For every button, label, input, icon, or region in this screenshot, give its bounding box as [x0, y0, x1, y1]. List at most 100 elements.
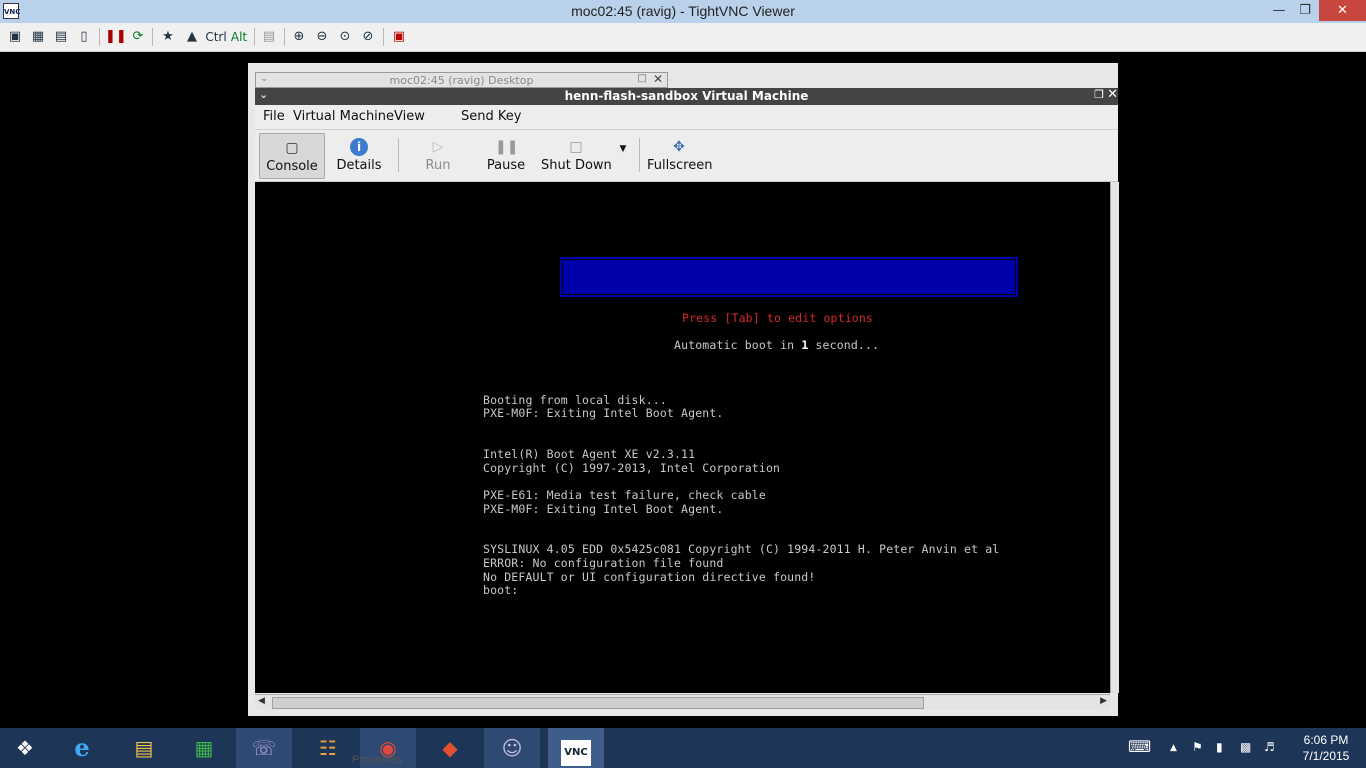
save-icon[interactable]: ▦ [28, 27, 48, 47]
console-prompt: boot: [483, 583, 519, 597]
alt-lock-button[interactable]: Alt [229, 27, 249, 47]
console-line: PXE-M0F: Exiting Intel Boot Agent. [483, 502, 724, 516]
ctrl-alt-del-icon[interactable]: ★ [158, 27, 178, 47]
console-line: PXE-E61: Media test failure, check cable [483, 488, 766, 502]
pause-label: Pause [486, 158, 526, 173]
transfer-files-icon[interactable]: ▤ [259, 27, 279, 47]
zoom-out-icon[interactable]: ⊖ [312, 27, 332, 47]
console-line: SYSLINUX 4.05 EDD 0x5425c081 Copyright (… [483, 542, 1000, 556]
apps-grid-icon[interactable]: ☷ [300, 728, 356, 768]
horizontal-scrollbar[interactable]: ◀ ▶ [255, 694, 1110, 710]
clock-time: 6:06 PM [1303, 733, 1349, 747]
menu-virtual-machine[interactable]: Virtual Machine [293, 109, 394, 124]
toolbar-separator [254, 28, 255, 46]
pidgin-icon[interactable]: ☺ [484, 728, 540, 768]
info-icon: i [348, 138, 370, 156]
menu-send-key[interactable]: Send Key [461, 109, 521, 124]
console-line: Intel(R) Boot Agent XE v2.3.11 [483, 447, 696, 461]
zoom-in-icon[interactable]: ⊕ [289, 27, 309, 47]
minimize-button[interactable]: — [1266, 0, 1292, 21]
volume-icon[interactable]: ♬ [1264, 740, 1275, 754]
new-connection-icon[interactable]: ▣ [5, 27, 25, 47]
shutdown-button[interactable]: □ Shut Down [541, 130, 612, 180]
refresh-icon[interactable]: ⟳ [128, 27, 148, 47]
vertical-scrollbar[interactable] [1110, 182, 1119, 693]
desktop-window-title: moc02:45 (ravig) Desktop [389, 74, 534, 87]
fullscreen-label: Fullscreen [647, 158, 713, 173]
console-button[interactable]: ▢ Console [259, 133, 325, 179]
vm-title: henn-flash-sandbox Virtual Machine [564, 89, 809, 103]
pause-button[interactable]: ❚❚ Pause [483, 130, 529, 180]
scrollbar-thumb[interactable] [272, 697, 924, 709]
ctrl-esc-icon[interactable]: ▲ [182, 27, 202, 47]
power-icon[interactable]: ▮ [1216, 740, 1223, 754]
scroll-left-icon[interactable]: ◀ [258, 696, 265, 706]
properties-ghost-label: Properties [352, 754, 403, 766]
console-line: PXE-M0F: Exiting Intel Boot Agent. [483, 406, 724, 420]
pause-icon: ❚❚ [495, 139, 519, 155]
action-center-flag-icon[interactable]: ⚑ [1192, 740, 1203, 754]
pause-icon[interactable]: ❚❚ [105, 27, 127, 47]
vm-menubar: File Virtual Machine View Send Key [255, 105, 1118, 130]
vnc-taskbar-icon[interactable]: VNC [548, 728, 604, 768]
auto-boot-prefix: Automatic boot in [674, 338, 802, 352]
console-line: Booting from local disk... [483, 393, 667, 407]
fullscreen-icon[interactable]: ▣ [389, 27, 409, 47]
menu-view[interactable]: View [394, 109, 425, 124]
toolbar-separator [639, 138, 640, 172]
scroll-right-icon[interactable]: ▶ [1100, 696, 1107, 706]
toolbar-separator [284, 28, 285, 46]
monitor-icon: ▢ [285, 140, 299, 156]
console-label: Console [266, 159, 318, 174]
zoom-fit-icon[interactable]: ⊘ [358, 27, 378, 47]
store-icon[interactable]: ▦ [176, 728, 232, 768]
boot-menu-banner [560, 257, 1018, 297]
info-icon[interactable]: ▯ [74, 27, 94, 47]
restore-button[interactable]: ❐ [1292, 0, 1318, 21]
console-line: No DEFAULT or UI configuration directive… [483, 570, 816, 584]
ctrl-lock-button[interactable]: Ctrl [204, 27, 228, 47]
options-icon[interactable]: ▤ [51, 27, 71, 47]
viber-icon[interactable]: ☏ [236, 728, 292, 768]
menu-file[interactable]: File [263, 109, 285, 124]
close-icon[interactable]: ✕ [1107, 87, 1118, 102]
git-icon[interactable]: ◆ [422, 728, 478, 768]
details-button[interactable]: i Details [333, 130, 385, 180]
toolbar-separator [383, 28, 384, 46]
vm-console[interactable]: Press [Tab] to edit options Automatic bo… [255, 182, 1110, 693]
console-line: ERROR: No configuration file found [483, 556, 724, 570]
shutdown-label: Shut Down [541, 158, 612, 173]
close-icon[interactable]: ✕ [653, 72, 663, 86]
desktop-window-bar[interactable]: ⌄ moc02:45 (ravig) Desktop □ ✕ [255, 72, 668, 88]
close-button[interactable]: ✕ [1319, 0, 1366, 21]
file-explorer-icon[interactable]: ▤ [116, 728, 172, 768]
fullscreen-button[interactable]: ✥ Fullscreen [647, 130, 713, 180]
keyboard-icon[interactable]: ⌨ [1128, 737, 1151, 756]
clock[interactable]: 6:06 PM 7/1/2015 [1294, 732, 1358, 764]
show-hidden-icons[interactable]: ▲ [1170, 743, 1177, 753]
vnc-taskbar-icon-label: VNC [561, 740, 591, 766]
maximize-icon[interactable]: □ [638, 73, 647, 84]
vm-toolbar: ▢ Console i Details ▷ Run ❚❚ Pause □ Shu… [255, 130, 1118, 182]
zoom-100-icon[interactable]: ⊙ [335, 27, 355, 47]
network-icon[interactable]: ▩ [1240, 740, 1251, 754]
start-windows-icon[interactable]: ❖ [0, 728, 50, 768]
internet-explorer-icon[interactable]: e [54, 728, 110, 768]
auto-boot-message: Automatic boot in 1 second... [674, 338, 879, 352]
viewer-title: moc02:45 (ravig) - TightVNC Viewer [571, 3, 795, 19]
play-icon: ▷ [432, 139, 444, 155]
details-label: Details [336, 158, 382, 173]
clock-date: 7/1/2015 [1302, 749, 1350, 763]
toolbar-separator [99, 28, 100, 46]
run-button[interactable]: ▷ Run [415, 130, 461, 180]
stop-icon: □ [569, 139, 583, 155]
toolbar-separator [152, 28, 153, 46]
vm-title-bar[interactable]: ⌄ henn-flash-sandbox Virtual Machine ❐ ✕ [255, 87, 1118, 105]
press-tab-hint: Press [Tab] to edit options [682, 311, 873, 325]
viewer-title-bar: VNC moc02:45 (ravig) - TightVNC Viewer —… [0, 0, 1366, 23]
restore-icon[interactable]: ❐ [1094, 88, 1104, 101]
fullscreen-icon: ✥ [673, 139, 685, 155]
shutdown-dropdown-icon[interactable]: ▼ [615, 144, 631, 164]
taskbar: ❖ e ▤ ▦ ☏ ☷ ◉ ◆ ☺ VNC Properties ⌨ ▲ ⚑ ▮… [0, 728, 1366, 768]
viewer-toolbar: ▣ ▦ ▤ ▯ ❚❚ ⟳ ★ ▲ Ctrl Alt ▤ ⊕ ⊖ ⊙ ⊘ ▣ [0, 23, 1366, 52]
